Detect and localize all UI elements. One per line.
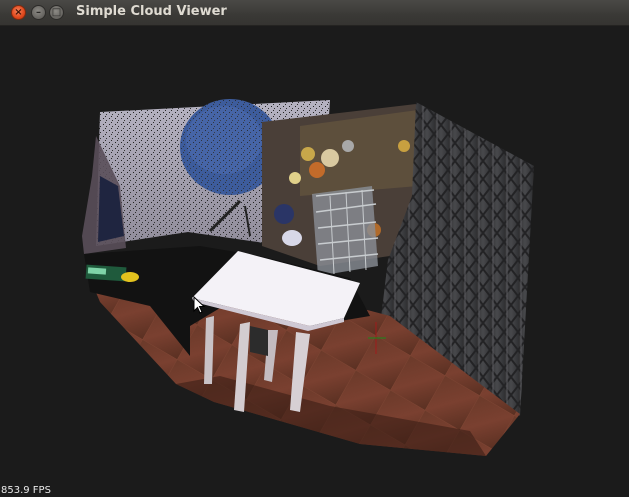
maximize-icon: □ bbox=[51, 7, 62, 18]
maximize-button[interactable]: □ bbox=[49, 5, 64, 20]
minimize-button[interactable]: – bbox=[31, 5, 46, 20]
app-window: × – □ Simple Cloud Viewer 853.9 FPS bbox=[0, 0, 629, 497]
point-cloud-render bbox=[82, 99, 534, 456]
title-bar[interactable]: × – □ Simple Cloud Viewer bbox=[0, 0, 629, 26]
fps-counter: 853.9 FPS bbox=[1, 485, 51, 496]
minimize-icon: – bbox=[36, 7, 41, 18]
cloud-viewport[interactable]: 853.9 FPS bbox=[0, 26, 629, 497]
close-icon: × bbox=[14, 7, 23, 18]
mouse-pointer-icon bbox=[193, 296, 205, 314]
close-button[interactable]: × bbox=[11, 5, 26, 20]
window-title: Simple Cloud Viewer bbox=[76, 4, 227, 19]
